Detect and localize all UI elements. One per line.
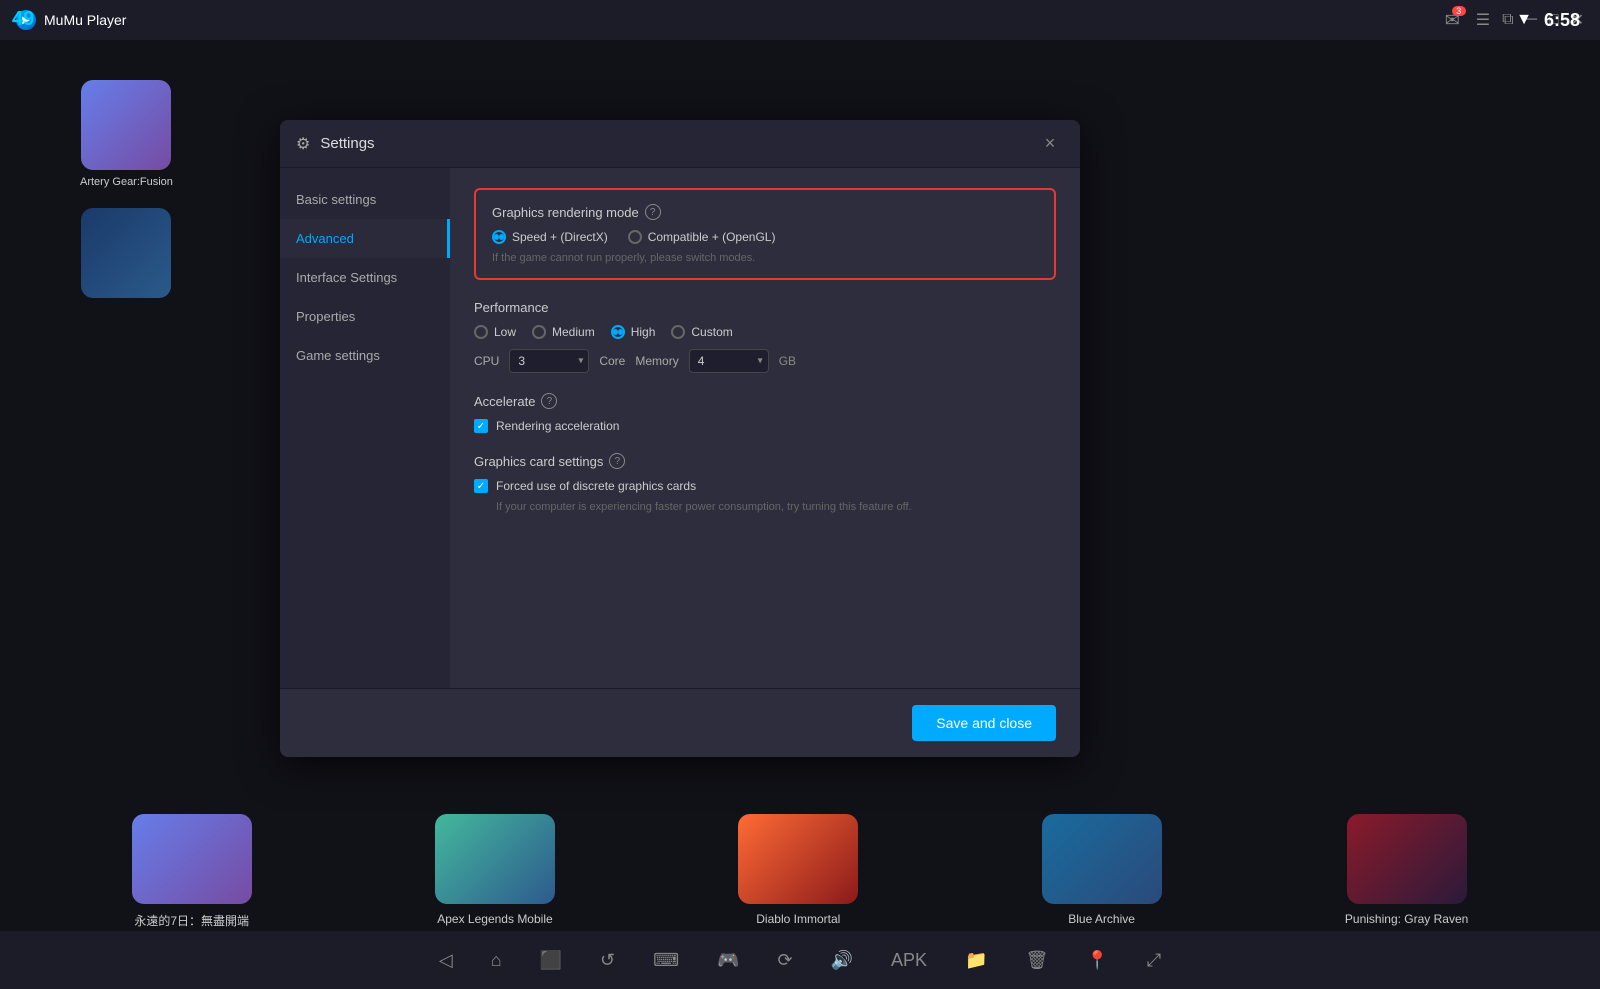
radio-medium-label: Medium xyxy=(552,325,595,339)
radio-high[interactable]: High xyxy=(611,325,656,339)
radio-directx-label: Speed + (DirectX) xyxy=(512,230,608,244)
radio-high-label: High xyxy=(631,325,656,339)
rendering-accel-row: ✓ Rendering acceleration xyxy=(474,419,1056,433)
discrete-gpu-label: Forced use of discrete graphics cards xyxy=(496,479,696,493)
radio-medium-circle xyxy=(532,325,546,339)
graphics-card-hint: If your computer is experiencing faster … xyxy=(496,501,1056,513)
dialog-overlay: ⚙ Settings × Basic settings Advanced Int… xyxy=(0,0,1600,989)
radio-low-circle xyxy=(474,325,488,339)
rendering-mode-title: Graphics rendering mode ? xyxy=(492,204,1038,220)
core-label: Core xyxy=(599,354,625,368)
sidebar-item-basic[interactable]: Basic settings xyxy=(280,180,450,219)
settings-dialog: ⚙ Settings × Basic settings Advanced Int… xyxy=(280,120,1080,757)
dialog-sidebar: Basic settings Advanced Interface Settin… xyxy=(280,168,450,688)
radio-opengl-circle xyxy=(628,230,642,244)
dialog-body: Basic settings Advanced Interface Settin… xyxy=(280,168,1080,688)
rendering-accel-label: Rendering acceleration xyxy=(496,419,619,433)
accelerate-section: Accelerate ? ✓ Rendering acceleration xyxy=(474,393,1056,433)
radio-low[interactable]: Low xyxy=(474,325,516,339)
accelerate-help-icon[interactable]: ? xyxy=(541,393,557,409)
rendering-help-icon[interactable]: ? xyxy=(645,204,661,220)
discrete-gpu-check: ✓ xyxy=(477,481,485,492)
radio-high-circle xyxy=(611,325,625,339)
radio-custom[interactable]: Custom xyxy=(671,325,732,339)
radio-opengl-label: Compatible + (OpenGL) xyxy=(648,230,776,244)
cpu-memory-row: CPU 3 4 6 8 Core Memory xyxy=(474,349,1056,373)
radio-custom-label: Custom xyxy=(691,325,732,339)
cpu-label: CPU xyxy=(474,354,499,368)
rendering-mode-box: Graphics rendering mode ? Speed + (Direc… xyxy=(474,188,1056,280)
memory-label: Memory xyxy=(635,354,678,368)
rendering-hint: If the game cannot run properly, please … xyxy=(492,252,1038,264)
discrete-gpu-row: ✓ Forced use of discrete graphics cards xyxy=(474,479,1056,493)
dialog-content: Graphics rendering mode ? Speed + (Direc… xyxy=(450,168,1080,688)
performance-section: Performance Low Medium Hig xyxy=(474,300,1056,373)
dialog-title: Settings xyxy=(320,135,374,152)
graphics-card-help-icon[interactable]: ? xyxy=(609,453,625,469)
rendering-accel-checkbox[interactable]: ✓ xyxy=(474,419,488,433)
accelerate-title: Accelerate ? xyxy=(474,393,1056,409)
sidebar-item-properties[interactable]: Properties xyxy=(280,297,450,336)
discrete-gpu-checkbox[interactable]: ✓ xyxy=(474,479,488,493)
cpu-select-wrapper: 3 4 6 8 xyxy=(509,349,589,373)
radio-low-label: Low xyxy=(494,325,516,339)
settings-icon: ⚙ xyxy=(296,134,310,154)
dialog-header: ⚙ Settings × xyxy=(280,120,1080,168)
save-close-button[interactable]: Save and close xyxy=(912,705,1056,741)
dialog-close-button[interactable]: × xyxy=(1036,130,1064,158)
memory-select[interactable]: 4 2 6 8 xyxy=(689,349,769,373)
sidebar-item-game[interactable]: Game settings xyxy=(280,336,450,375)
radio-opengl[interactable]: Compatible + (OpenGL) xyxy=(628,230,776,244)
memory-select-wrapper: 4 2 6 8 xyxy=(689,349,769,373)
graphics-card-section: Graphics card settings ? ✓ Forced use of… xyxy=(474,453,1056,513)
dialog-footer: Save and close xyxy=(280,688,1080,757)
radio-custom-circle xyxy=(671,325,685,339)
rendering-radio-group: Speed + (DirectX) Compatible + (OpenGL) xyxy=(492,230,1038,244)
cpu-select[interactable]: 3 4 6 8 xyxy=(509,349,589,373)
radio-directx[interactable]: Speed + (DirectX) xyxy=(492,230,608,244)
radio-directx-circle xyxy=(492,230,506,244)
performance-title: Performance xyxy=(474,300,1056,315)
sidebar-item-interface[interactable]: Interface Settings xyxy=(280,258,450,297)
gb-label: GB xyxy=(779,354,796,368)
sidebar-item-advanced[interactable]: Advanced xyxy=(280,219,450,258)
graphics-card-title: Graphics card settings ? xyxy=(474,453,1056,469)
rendering-accel-check: ✓ xyxy=(477,421,485,432)
radio-medium[interactable]: Medium xyxy=(532,325,595,339)
performance-options: Low Medium High Custom xyxy=(474,325,1056,339)
